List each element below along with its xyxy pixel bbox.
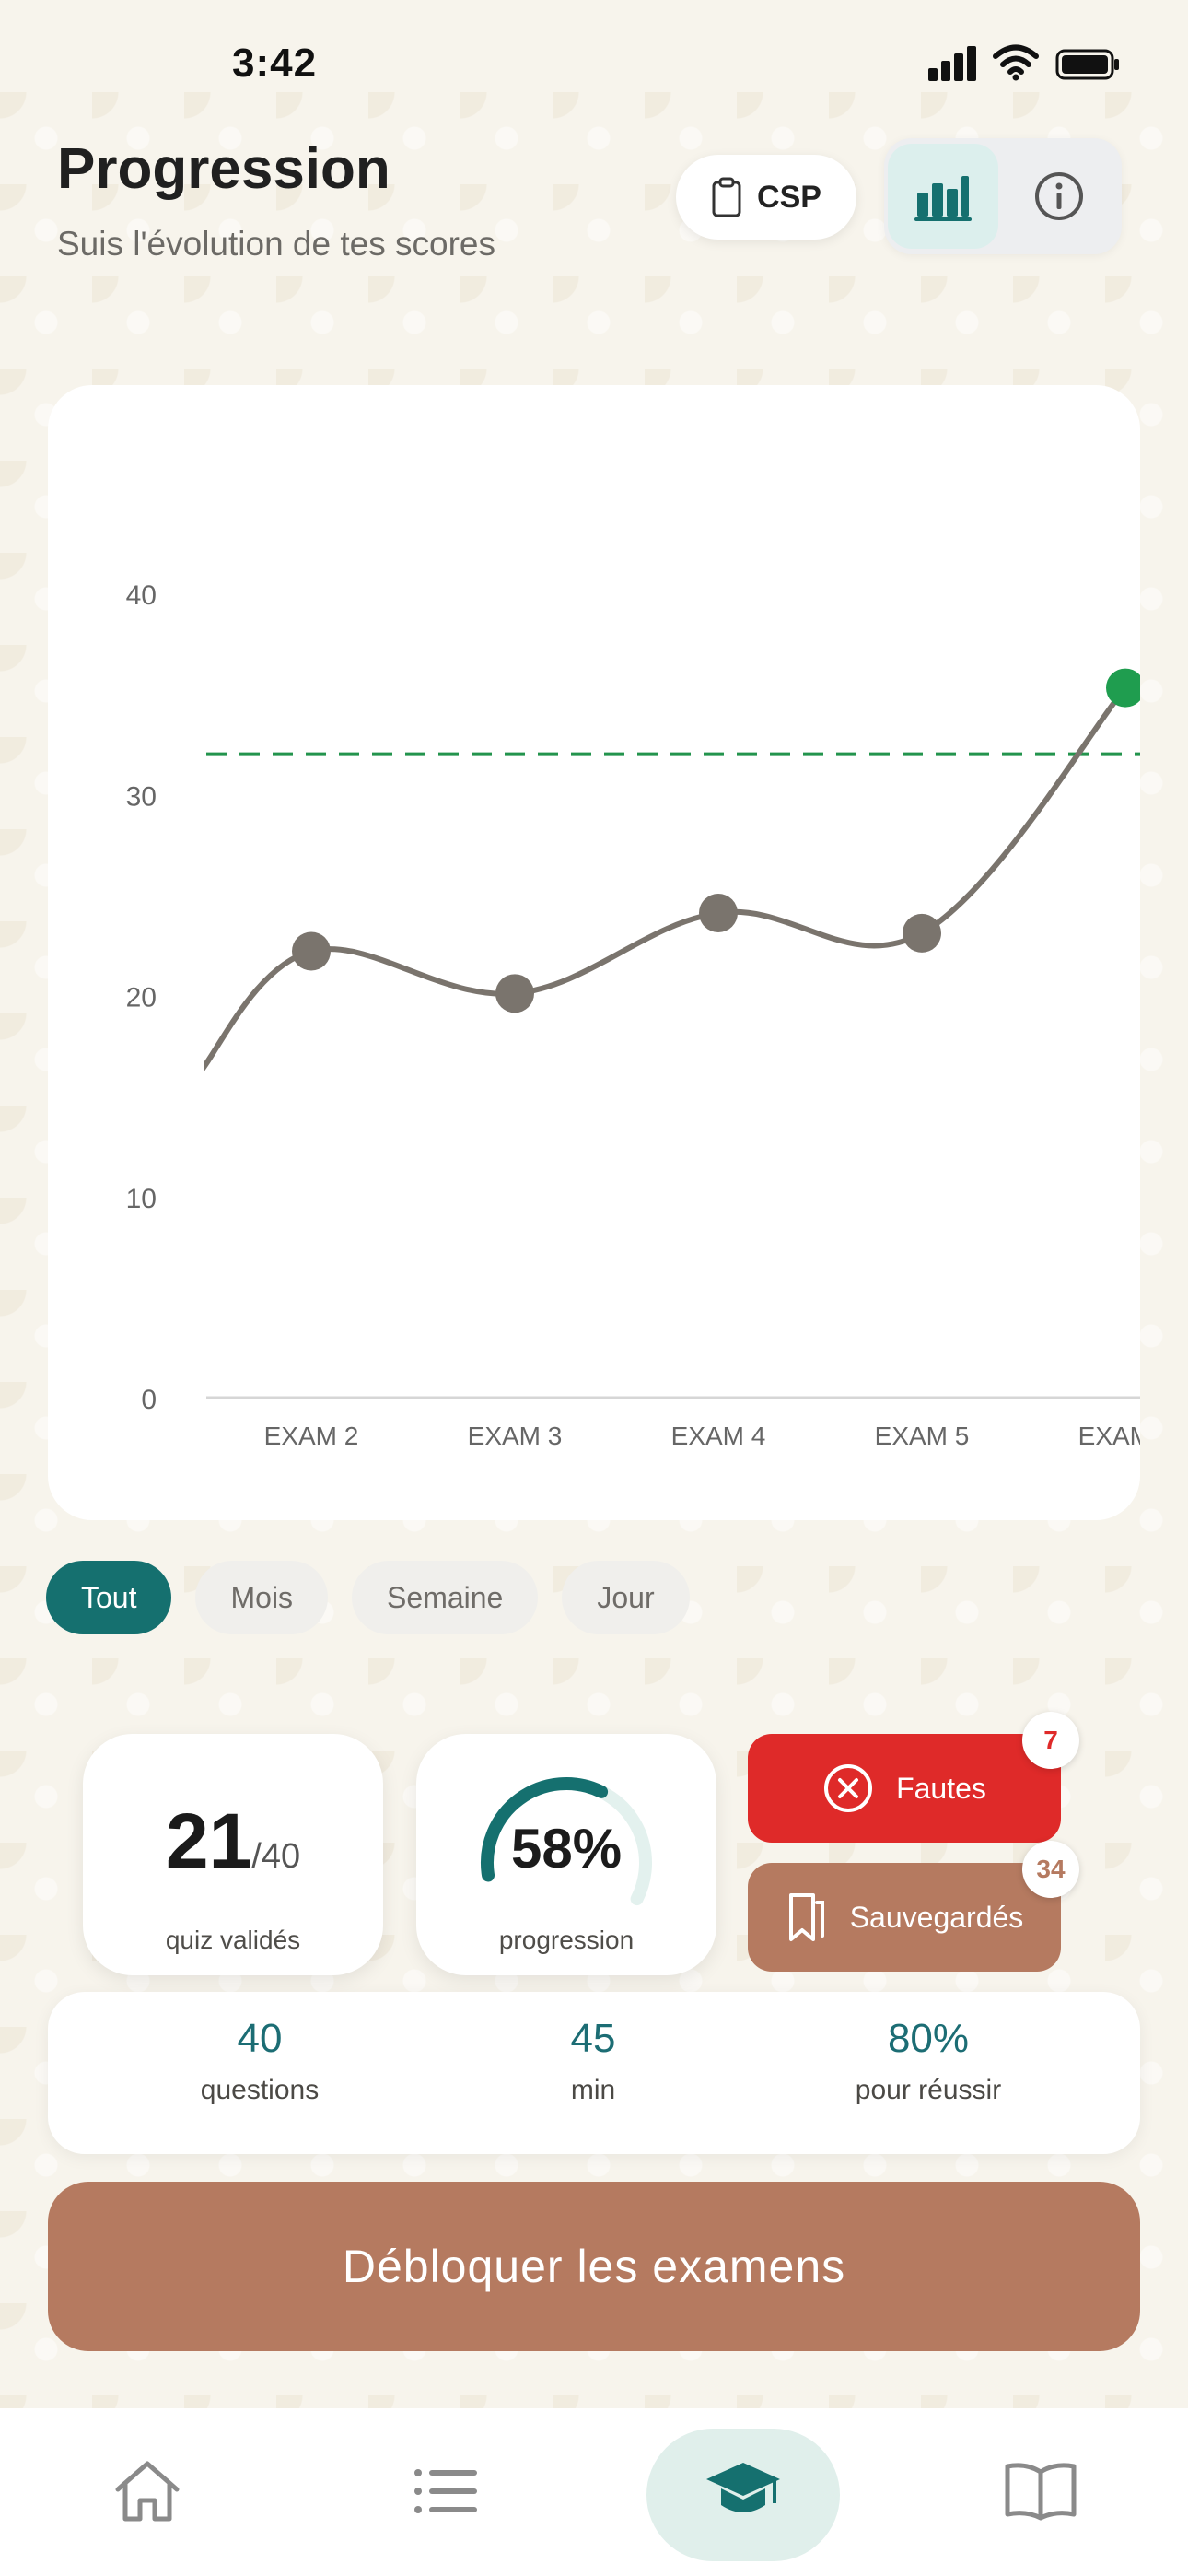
progress-chart: 0 10 20 30 40 EXAM 2 EXAM 3 EXAM 4 EXAM 5 EXAM 6 — [126, 580, 1173, 1450]
exam-chip-label: CSP — [757, 179, 821, 215]
exam-info-card: 40 questions 45 min 80% pour réussir — [48, 1992, 1140, 2154]
chart-card: 0 10 20 30 40 EXAM 2 EXAM 3 EXAM 4 EXAM 5 EXAM 6 — [48, 385, 1173, 1520]
data-point — [903, 913, 941, 953]
x-tick-label: EXAM 4 — [671, 1422, 766, 1450]
data-point-latest — [1106, 668, 1145, 708]
info-toggle[interactable] — [1013, 144, 1105, 249]
x-tick-label: EXAM 3 — [468, 1422, 563, 1450]
saved-label: Sauvegardés — [849, 1900, 1024, 1934]
close-circle-icon — [822, 1762, 874, 1814]
x-tick-label: EXAM 6 — [1078, 1422, 1140, 1450]
signal-icon — [925, 44, 976, 81]
y-tick-label: 0 — [141, 1385, 157, 1415]
x-tick-label: EXAM 2 — [264, 1422, 359, 1450]
list-icon — [413, 2465, 479, 2517]
quiz-validated-card: 21/40 quiz validés — [83, 1734, 383, 1975]
y-tick-label: 40 — [126, 580, 157, 611]
filter-semaine[interactable]: Semaine — [352, 1561, 539, 1634]
info-pass-rate-label: pour réussir — [855, 2075, 1002, 2105]
data-point — [495, 974, 534, 1013]
progress-label: progression — [498, 1926, 635, 1954]
x-tick-label: EXAM 5 — [875, 1422, 970, 1450]
exam-selector-button[interactable]: CSP — [676, 155, 856, 240]
filter-tout[interactable]: Tout — [46, 1561, 172, 1634]
book-icon — [1004, 2461, 1077, 2522]
info-icon — [1033, 170, 1085, 222]
info-duration-value: 45 — [570, 2016, 616, 2061]
y-tick-label: 30 — [126, 781, 157, 812]
info-questions-value: 40 — [237, 2016, 283, 2061]
nav-book[interactable] — [985, 2436, 1096, 2547]
clipboard-icon — [711, 177, 742, 217]
battery-icon — [1055, 48, 1120, 81]
quiz-total-value: /40 — [251, 1837, 301, 1876]
quiz-done-value: 21 — [165, 1797, 252, 1884]
mistakes-label: Fautes — [896, 1771, 986, 1805]
bar-chart-icon — [914, 170, 972, 222]
nav-home[interactable] — [92, 2436, 203, 2547]
mistakes-count-badge: 7 — [1022, 1712, 1079, 1769]
home-icon — [112, 2458, 182, 2524]
time-filter-row: Tout Mois Semaine Jour — [46, 1561, 690, 1634]
view-toggle — [884, 138, 1122, 254]
y-tick-label: 20 — [126, 983, 157, 1013]
mistakes-button[interactable]: Fautes 7 — [748, 1712, 1079, 1843]
graduation-cap-icon — [705, 2459, 782, 2523]
bottom-nav — [0, 2408, 1188, 2576]
quiz-count: 21/40 — [83, 1797, 383, 1886]
y-tick-label: 10 — [126, 1184, 157, 1214]
series-line — [204, 685, 1128, 1071]
wifi-icon — [993, 44, 1039, 81]
saved-button[interactable]: Sauvegardés 34 — [748, 1841, 1079, 1972]
progress-value: 58% — [510, 1818, 623, 1879]
page-subtitle: Suis l'évolution de tes scores — [57, 225, 495, 263]
quiz-label: quiz validés — [165, 1926, 301, 1954]
unlock-exams-button[interactable]: Débloquer les examens — [48, 2182, 1140, 2351]
nav-list[interactable] — [390, 2436, 501, 2547]
status-bar: 3:42 — [0, 0, 1188, 92]
info-pass-rate: 80% pour réussir — [790, 2016, 1066, 2106]
status-icons — [925, 44, 1120, 81]
data-point — [292, 931, 331, 971]
info-duration-label: min — [570, 2075, 616, 2105]
info-duration: 45 min — [455, 2016, 731, 2106]
progression-card: 58% progression — [416, 1734, 716, 1975]
status-time: 3:42 — [232, 41, 318, 86]
chart-view-toggle[interactable] — [888, 144, 998, 249]
page-title: Progression — [57, 137, 390, 201]
filter-mois[interactable]: Mois — [195, 1561, 329, 1634]
info-pass-rate-value: 80% — [887, 2016, 970, 2061]
bookmark-icon — [786, 1891, 828, 1943]
data-point — [699, 894, 738, 933]
saved-count-badge: 34 — [1022, 1841, 1079, 1898]
info-questions-label: questions — [200, 2075, 320, 2105]
filter-jour[interactable]: Jour — [562, 1561, 690, 1634]
nav-exams[interactable] — [688, 2436, 798, 2547]
info-questions: 40 questions — [122, 2016, 398, 2106]
